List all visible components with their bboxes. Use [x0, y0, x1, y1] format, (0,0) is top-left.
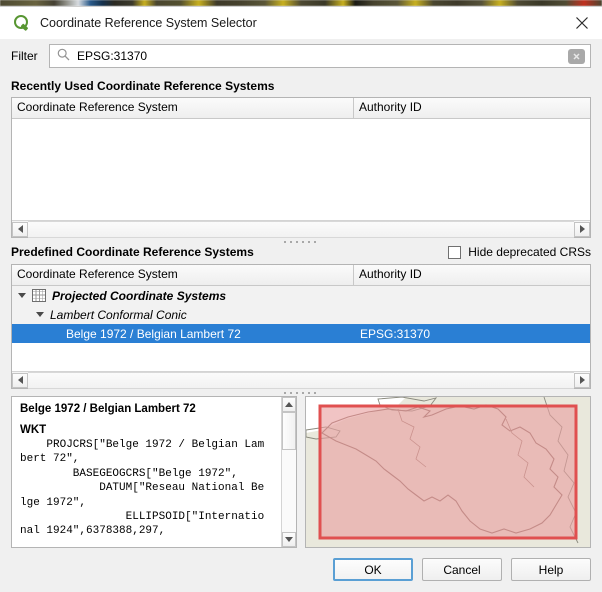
- wkt-vscroll-track[interactable]: [282, 412, 296, 532]
- scroll-up-icon[interactable]: [282, 397, 296, 412]
- predefined-table-header: Coordinate Reference System Authority ID: [12, 265, 590, 286]
- crs-tree-row-authority: EPSG:31370: [360, 326, 431, 341]
- predefined-title: Predefined Coordinate Reference Systems: [11, 245, 254, 259]
- predefined-table-body[interactable]: Projected Coordinate Systems Lambert Conf…: [12, 286, 590, 371]
- hscroll-track-predefined[interactable]: [28, 371, 574, 389]
- hide-deprecated-label: Hide deprecated CRSs: [468, 245, 591, 259]
- panel-splitter-top[interactable]: [0, 238, 602, 245]
- crs-tree-row-cells: Belge 1972 / Belgian Lambert 72 EPSG:3137…: [66, 327, 590, 341]
- wkt-vscroll-thumb[interactable]: [282, 412, 296, 450]
- help-button[interactable]: Help: [511, 558, 591, 581]
- scroll-down-icon[interactable]: [282, 532, 296, 547]
- clear-filter-icon[interactable]: [568, 48, 585, 64]
- crs-tree-row-cells: Projected Coordinate Systems: [52, 289, 590, 303]
- chevron-down-icon[interactable]: [36, 310, 45, 319]
- cancel-button[interactable]: Cancel: [422, 558, 502, 581]
- dialog-button-row: OK Cancel Help: [0, 558, 591, 581]
- wkt-vscrollbar[interactable]: [281, 397, 296, 547]
- filter-row: Filter: [11, 43, 591, 69]
- column-header-crs-predefined[interactable]: Coordinate Reference System: [12, 265, 354, 285]
- crs-details-content: Belge 1972 / Belgian Lambert 72 WKT PROJ…: [12, 397, 296, 547]
- grid-icon: [32, 289, 46, 302]
- recently-used-title: Recently Used Coordinate Reference Syste…: [11, 79, 275, 93]
- search-icon: [57, 48, 70, 64]
- column-header-crs[interactable]: Coordinate Reference System: [12, 98, 354, 118]
- crs-details-name: Belge 1972 / Belgian Lambert 72: [20, 403, 196, 415]
- wkt-text: PROJCRS["Belge 1972 / Belgian Lam bert 7…: [20, 439, 265, 538]
- details-area: Belge 1972 / Belgian Lambert 72 WKT PROJ…: [11, 396, 591, 548]
- predefined-header-row: Predefined Coordinate Reference Systems …: [11, 245, 591, 259]
- chevron-down-icon[interactable]: [18, 291, 27, 300]
- close-icon[interactable]: [562, 7, 602, 39]
- crs-tree-row-cells: Lambert Conformal Conic: [50, 308, 590, 322]
- crs-tree-row[interactable]: Projected Coordinate Systems: [12, 286, 590, 305]
- wkt-label: WKT: [20, 424, 47, 436]
- scroll-right-icon-predefined[interactable]: [574, 372, 590, 388]
- crs-extent-preview[interactable]: [305, 396, 591, 548]
- hide-deprecated-checkbox-box[interactable]: [448, 245, 462, 259]
- crs-tree-row[interactable]: Lambert Conformal Conic: [12, 305, 590, 324]
- column-header-authority[interactable]: Authority ID: [354, 98, 590, 118]
- crs-tree-row[interactable]: Belge 1972 / Belgian Lambert 72 EPSG:3137…: [12, 324, 590, 343]
- hide-deprecated-checkbox[interactable]: Hide deprecated CRSs: [448, 245, 591, 259]
- predefined-table: Coordinate Reference System Authority ID…: [11, 264, 591, 389]
- dialog-titlebar: Coordinate Reference System Selector: [0, 7, 602, 39]
- crs-details-panel[interactable]: Belge 1972 / Belgian Lambert 72 WKT PROJ…: [11, 396, 297, 548]
- column-header-authority-predefined[interactable]: Authority ID: [354, 265, 590, 285]
- crs-tree-row-label: Belge 1972 / Belgian Lambert 72: [66, 326, 241, 341]
- crs-selector-dialog: Coordinate Reference System Selector Fil…: [0, 6, 602, 592]
- dialog-title: Coordinate Reference System Selector: [40, 16, 257, 30]
- filter-input[interactable]: [77, 46, 568, 66]
- extent-map-svg: [306, 397, 590, 547]
- recently-used-table-header: Coordinate Reference System Authority ID: [12, 98, 590, 119]
- panel-splitter-bottom[interactable]: [0, 389, 602, 396]
- recently-used-hscrollbar[interactable]: [12, 220, 590, 238]
- qgis-logo-icon: [13, 14, 31, 32]
- predefined-hscrollbar[interactable]: [12, 371, 590, 389]
- scroll-right-icon[interactable]: [574, 221, 590, 237]
- ok-button[interactable]: OK: [333, 558, 413, 581]
- recently-used-table: Coordinate Reference System Authority ID: [11, 97, 591, 238]
- filter-box[interactable]: [49, 44, 591, 68]
- scroll-left-icon-predefined[interactable]: [12, 372, 28, 388]
- crs-tree-row-label: Lambert Conformal Conic: [50, 307, 187, 322]
- hscroll-track[interactable]: [28, 220, 574, 238]
- scroll-left-icon[interactable]: [12, 221, 28, 237]
- crs-tree-row-label: Projected Coordinate Systems: [52, 288, 227, 303]
- recently-used-table-body[interactable]: [12, 119, 590, 220]
- filter-label: Filter: [11, 49, 38, 63]
